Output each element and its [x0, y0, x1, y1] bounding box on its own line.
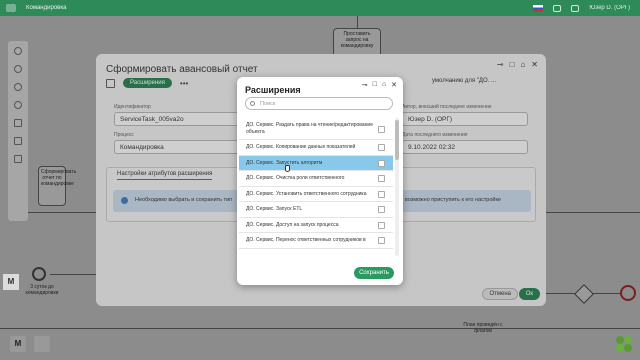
m-button[interactable]: M [10, 336, 26, 352]
subprocess-icon[interactable] [14, 155, 22, 163]
list-item-checkbox[interactable] [378, 175, 385, 183]
image-icon[interactable] [34, 336, 50, 352]
close-icon[interactable]: ✕ [531, 60, 538, 69]
process-label: Процесс [114, 132, 134, 138]
search-input[interactable]: Поиск [245, 97, 393, 110]
flow-line [50, 274, 96, 275]
timer-label: 3 суток до командировки [25, 284, 59, 296]
list-item[interactable]: ДО. Сервис. Запустить алгоритм [239, 155, 393, 171]
brand-logo-icon [616, 336, 632, 352]
list-item-label: ДО. Сервис. Очистка роли ответственного [246, 175, 345, 181]
collapse-icon[interactable]: ⌂ [520, 60, 525, 69]
process-field[interactable]: Командировка [114, 140, 240, 154]
list-item-checkbox[interactable] [378, 190, 385, 198]
dialog-tabbar: Расширения ••• [106, 78, 188, 88]
restore-icon[interactable]: □ [373, 81, 377, 89]
list-item[interactable]: ДО. Сервис. Запуск ETL [239, 202, 393, 218]
list-item-label: ДО. Сервис. Установить ответственного со… [246, 190, 367, 197]
date-field[interactable]: 9.10.2022 02:32 [402, 140, 528, 154]
app-topbar: Командировка Юзер D. (ОРГ) [0, 0, 640, 16]
timer-event-icon[interactable] [32, 267, 46, 281]
author-label: Автор, внесший последнее изменение [402, 104, 492, 110]
info-text-right: возможно приступить к его настройке [404, 197, 501, 203]
list-item-checkbox[interactable] [378, 221, 385, 229]
end-event-icon[interactable] [14, 101, 22, 109]
info-text: Необходимо выбрать и сохранить тип [135, 197, 233, 203]
task-icon[interactable] [14, 137, 22, 145]
ok-button[interactable]: Ок [518, 288, 540, 300]
list-item-label: ДО. Сервис. Запуск ETL [246, 206, 303, 212]
dialog-title: Сформировать авансовый отчет [106, 64, 258, 75]
scrollbar-thumb[interactable] [395, 120, 399, 160]
topbar-right: Юзер D. (ОРГ) [533, 4, 630, 12]
more-tabs-icon[interactable]: ••• [180, 79, 188, 88]
bpmn-task-left-label: Сформировать отчет по командировке [41, 169, 77, 187]
extensions-list[interactable]: ДО. Сервис. Раздать права на чтение/реда… [239, 118, 393, 258]
restore-icon[interactable]: □ [510, 60, 515, 69]
author-field[interactable]: Юзер D. (ОРГ) [402, 112, 528, 126]
extensions-popup: Расширения ⊸ □ ⌂ ✕ Поиск ДО. Сервис. Раз… [237, 77, 403, 285]
list-scrollbar[interactable] [395, 118, 399, 256]
tab-extensions[interactable]: Расширения [123, 78, 172, 88]
start-event-icon[interactable] [14, 65, 22, 73]
gateway-icon[interactable] [574, 284, 594, 304]
end-event-icon[interactable] [620, 285, 636, 301]
search-placeholder: Поиск [260, 101, 276, 107]
user-name[interactable]: Юзер D. (ОРГ) [589, 5, 630, 11]
list-item-label: ДО. Сервис. Перенос ответственных сотруд… [246, 237, 366, 243]
date-label: Дата последнего изменения [402, 132, 468, 138]
popup-title: Расширения [245, 85, 301, 95]
section-title: Настройки атрибутов расширения [117, 171, 213, 180]
save-button[interactable]: Сохранить [354, 267, 394, 279]
list-item[interactable]: ДО. Сервис. Раздать права на чтение/реда… [239, 118, 393, 140]
info-icon [121, 197, 128, 204]
id-field[interactable]: ServiceTask_005va2o [114, 112, 240, 126]
cancel-button[interactable]: Отмена [482, 288, 518, 300]
list-item-label: ДО. Сервис. Раздать права на чтение/реда… [246, 122, 373, 135]
pin-icon[interactable]: ⊸ [362, 81, 368, 89]
search-icon [250, 101, 255, 106]
pool-divider-bottom [0, 328, 640, 329]
list-item[interactable]: ДО. Сервис. Доступ на запуск процесса [239, 218, 393, 233]
m-badge[interactable]: M [3, 274, 19, 290]
list-item-checkbox[interactable] [378, 159, 385, 167]
list-item[interactable]: ДО. Сервис. Очистка роли ответственного [239, 171, 393, 187]
bpmn-task-label: Проставить запрос на командировку [340, 31, 374, 49]
popup-controls: ⊸ □ ⌂ ✕ [362, 81, 397, 89]
hand-tool-icon[interactable] [14, 47, 22, 55]
mouse-cursor-icon [285, 165, 290, 172]
id-label: Идентификатор [114, 104, 151, 110]
list-item-label: ДО. Сервис. Доступ на запуск процесса [246, 221, 339, 228]
collapse-icon[interactable]: ⌂ [382, 81, 386, 89]
language-flag-icon[interactable] [533, 4, 544, 12]
list-item[interactable]: ДО. Сервис. Установить ответственного со… [239, 187, 393, 202]
gateway-icon[interactable] [14, 119, 22, 127]
list-item-checkbox[interactable] [378, 125, 385, 133]
list-item-checkbox[interactable] [378, 144, 385, 152]
list-item[interactable]: ДО. Сервис. Перенос ответственных сотруд… [239, 233, 393, 249]
close-icon[interactable]: ✕ [391, 81, 397, 89]
default-selector[interactable]: умолчанию для "ДО. ... [432, 78, 496, 84]
bpmn-toolbox [8, 41, 28, 221]
app-logo-icon[interactable] [6, 4, 16, 12]
intermediate-event-icon[interactable] [14, 83, 22, 91]
save-icon[interactable] [106, 78, 115, 88]
list-item-label: ДО. Сервис. Запустить алгоритм [246, 159, 323, 166]
dialog-controls: ⊸ □ ⌂ ✕ [497, 60, 538, 69]
list-item-checkbox[interactable] [378, 237, 385, 245]
bpmn-task-left[interactable]: Сформировать отчет по командировке [38, 166, 76, 206]
list-item-label: ДО. Сервис. Копирование данных показател… [246, 144, 356, 150]
pin-icon[interactable]: ⊸ [497, 60, 504, 69]
notifications-icon[interactable] [571, 4, 580, 12]
flow-condition-label: План проведён с флагом [463, 322, 503, 334]
list-item-checkbox[interactable] [378, 206, 385, 214]
app-title: Командировка [26, 5, 67, 11]
chat-icon[interactable] [553, 4, 562, 12]
list-item[interactable]: ДО. Сервис. Копирование данных показател… [239, 140, 393, 156]
